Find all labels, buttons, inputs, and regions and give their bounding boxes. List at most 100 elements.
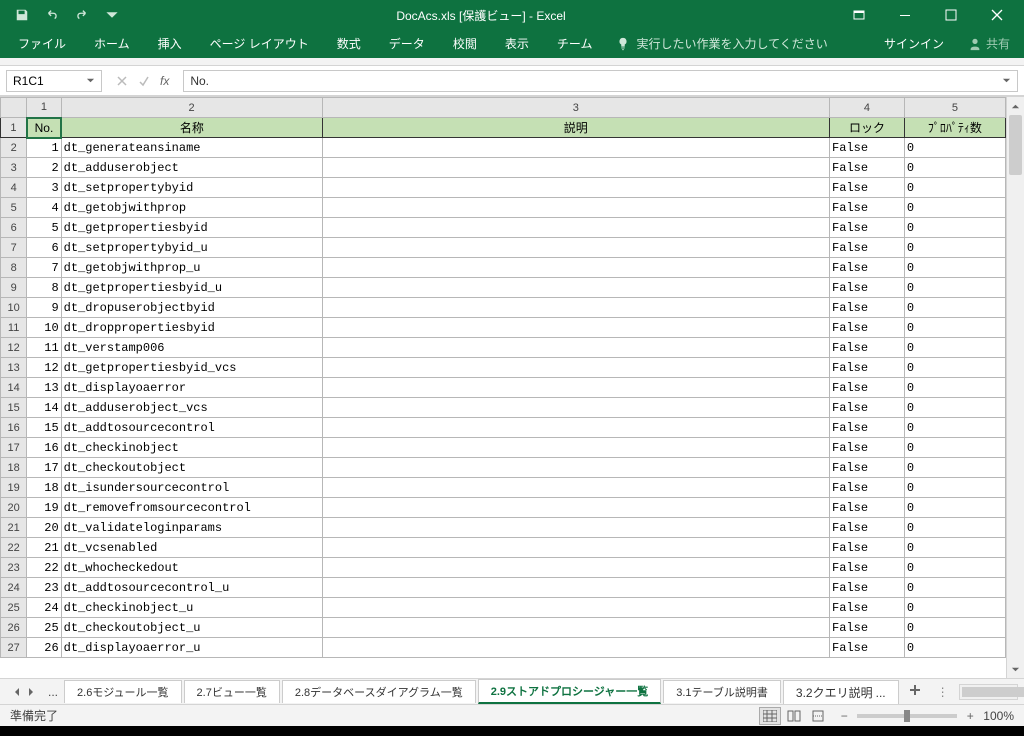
cell[interactable]: 21	[27, 538, 61, 558]
cell[interactable]	[322, 178, 830, 198]
cell[interactable]	[322, 378, 830, 398]
cell[interactable]: 0	[904, 198, 1005, 218]
cell[interactable]	[322, 398, 830, 418]
cell[interactable]: False	[830, 578, 905, 598]
cell[interactable]: False	[830, 218, 905, 238]
cell[interactable]	[322, 358, 830, 378]
row-header[interactable]: 24	[1, 578, 27, 598]
scroll-thumb[interactable]	[1009, 115, 1022, 175]
cell[interactable]: 0	[904, 358, 1005, 378]
worksheet-grid[interactable]: 1 2 3 4 5 1 No. 名称 説明 ロック ﾌﾟﾛﾊﾟﾃｨ数 21dt_…	[0, 97, 1006, 678]
cell[interactable]	[322, 478, 830, 498]
tab-pagelayout[interactable]: ページ レイアウト	[196, 29, 323, 58]
cell[interactable]: 0	[904, 218, 1005, 238]
col-header[interactable]: 1	[27, 98, 61, 118]
cell[interactable]: False	[830, 258, 905, 278]
row-header[interactable]: 2	[1, 138, 27, 158]
scroll-up-button[interactable]	[1007, 97, 1024, 115]
tab-home[interactable]: ホーム	[80, 29, 144, 58]
cell[interactable]	[322, 458, 830, 478]
cell[interactable]: dt_droppropertiesbyid	[61, 318, 322, 338]
row-header[interactable]: 20	[1, 498, 27, 518]
row-header[interactable]: 11	[1, 318, 27, 338]
cell[interactable]: False	[830, 358, 905, 378]
enter-icon[interactable]	[138, 75, 150, 87]
cell[interactable]	[322, 258, 830, 278]
cell[interactable]: ロック	[830, 118, 905, 138]
cell[interactable]: 23	[27, 578, 61, 598]
cell[interactable]: dt_vcsenabled	[61, 538, 322, 558]
zoom-out-button[interactable]: −	[837, 709, 851, 723]
sheet-tab[interactable]: 2.6モジュール一覧	[64, 680, 182, 703]
cell[interactable]: 0	[904, 598, 1005, 618]
cell[interactable]: dt_generateansiname	[61, 138, 322, 158]
cell[interactable]: 0	[904, 618, 1005, 638]
cell[interactable]	[322, 198, 830, 218]
cell[interactable]: False	[830, 278, 905, 298]
row-header[interactable]: 8	[1, 258, 27, 278]
sheet-nav-prev-icon[interactable]	[12, 687, 22, 697]
row-header[interactable]: 5	[1, 198, 27, 218]
cell[interactable]: dt_displayoaerror_u	[61, 638, 322, 658]
cell[interactable]: False	[830, 178, 905, 198]
cell[interactable]: 0	[904, 458, 1005, 478]
tell-me-search[interactable]: 実行したい作業を入力してください	[606, 29, 837, 58]
cell[interactable]: 0	[904, 158, 1005, 178]
cell[interactable]: 1	[27, 138, 61, 158]
signin-link[interactable]: サインイン	[870, 29, 958, 58]
row-header[interactable]: 14	[1, 378, 27, 398]
row-header[interactable]: 26	[1, 618, 27, 638]
row-header[interactable]: 1	[1, 118, 27, 138]
row-header[interactable]: 25	[1, 598, 27, 618]
cell[interactable]: ﾌﾟﾛﾊﾟﾃｨ数	[904, 118, 1005, 138]
cell[interactable]	[322, 598, 830, 618]
minimize-button[interactable]	[882, 0, 928, 30]
cell[interactable]: 10	[27, 318, 61, 338]
cell[interactable]	[322, 438, 830, 458]
cell[interactable]: dt_adduserobject	[61, 158, 322, 178]
tab-insert[interactable]: 挿入	[144, 29, 196, 58]
cell[interactable]: dt_getpropertiesbyid_vcs	[61, 358, 322, 378]
cell[interactable]	[322, 578, 830, 598]
cell[interactable]: dt_verstamp006	[61, 338, 322, 358]
zoom-slider-thumb[interactable]	[904, 710, 910, 722]
cell[interactable]	[322, 298, 830, 318]
cell[interactable]: dt_checkoutobject	[61, 458, 322, 478]
sheet-tabs-overflow-right[interactable]: ⋮	[937, 685, 949, 699]
cell[interactable]: 0	[904, 518, 1005, 538]
cell[interactable]: 0	[904, 498, 1005, 518]
cell[interactable]	[322, 238, 830, 258]
zoom-in-button[interactable]: +	[963, 709, 977, 723]
sheet-tab[interactable]: 2.7ビュー一覧	[184, 680, 280, 703]
cell[interactable]: dt_dropuserobjectbyid	[61, 298, 322, 318]
cell[interactable]	[322, 538, 830, 558]
cell[interactable]: 26	[27, 638, 61, 658]
cell[interactable]: 16	[27, 438, 61, 458]
cell[interactable]: 0	[904, 558, 1005, 578]
save-button[interactable]	[8, 3, 36, 27]
cell[interactable]: 13	[27, 378, 61, 398]
cell[interactable]: 3	[27, 178, 61, 198]
cell[interactable]: False	[830, 538, 905, 558]
cell[interactable]: dt_getpropertiesbyid_u	[61, 278, 322, 298]
row-header[interactable]: 9	[1, 278, 27, 298]
cell[interactable]: dt_removefromsourcecontrol	[61, 498, 322, 518]
col-header[interactable]: 2	[61, 98, 322, 118]
cell[interactable]: 22	[27, 558, 61, 578]
cell[interactable]: 0	[904, 638, 1005, 658]
horizontal-scrollbar[interactable]	[959, 684, 1018, 700]
cell[interactable]: 説明	[322, 118, 830, 138]
cell[interactable]: False	[830, 598, 905, 618]
cell[interactable]: 0	[904, 538, 1005, 558]
view-page-layout-button[interactable]	[783, 707, 805, 725]
cell[interactable]: 24	[27, 598, 61, 618]
cell[interactable]: False	[830, 338, 905, 358]
cell[interactable]: dt_getpropertiesbyid	[61, 218, 322, 238]
cell[interactable]: dt_checkoutobject_u	[61, 618, 322, 638]
cell[interactable]: False	[830, 298, 905, 318]
cell[interactable]: 11	[27, 338, 61, 358]
cell[interactable]: dt_setpropertybyid_u	[61, 238, 322, 258]
cancel-icon[interactable]	[116, 75, 128, 87]
sheet-tab[interactable]: 3.1テーブル説明書	[663, 680, 781, 703]
formula-input[interactable]: No.	[183, 70, 1018, 92]
